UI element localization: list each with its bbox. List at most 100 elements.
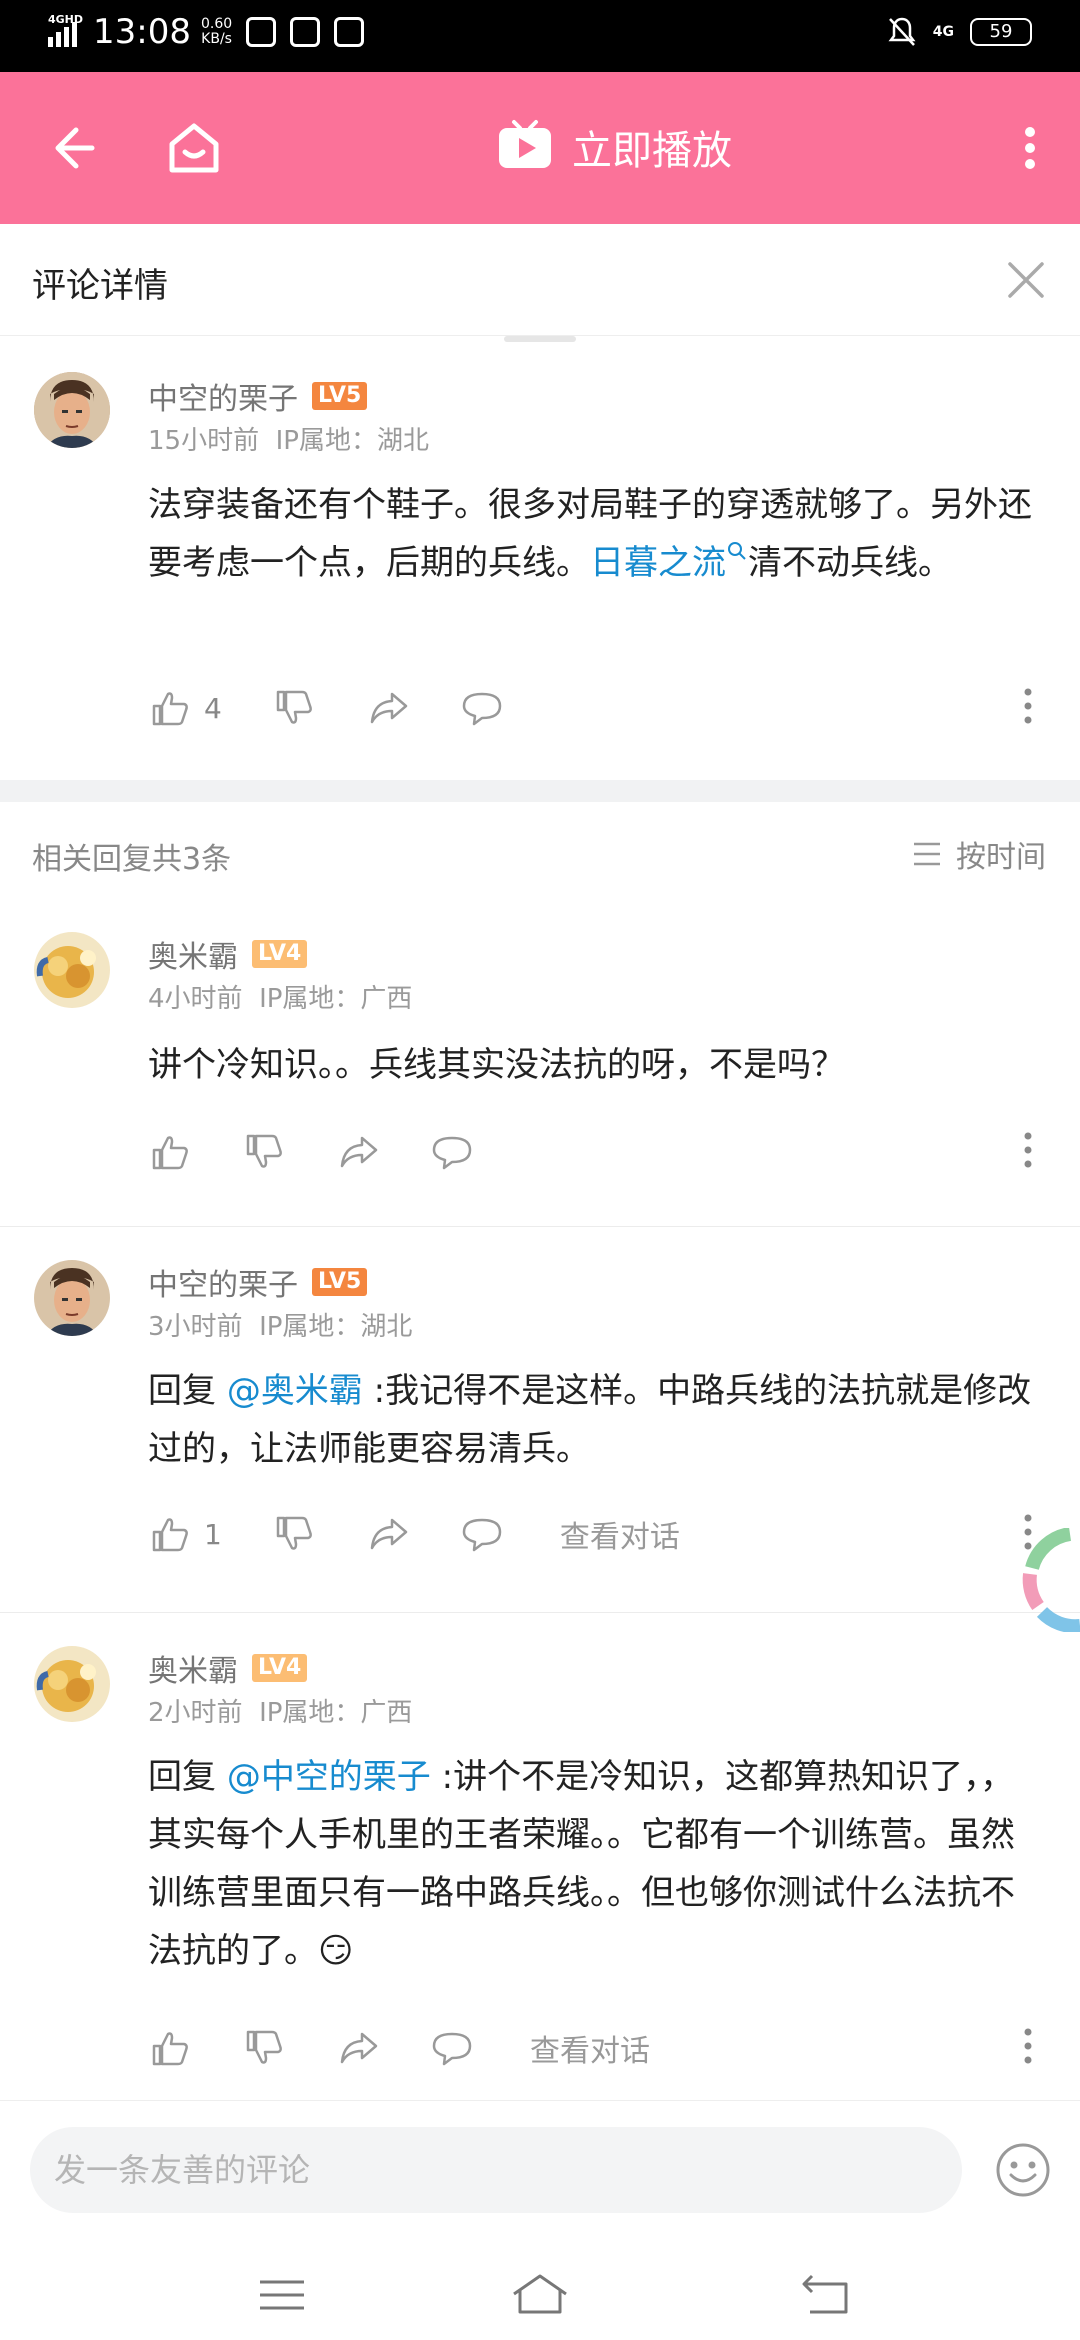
thumbs-up-icon <box>152 692 188 726</box>
emoji-icon[interactable] <box>994 2141 1052 2199</box>
floating-progress-widget[interactable] <box>1018 1528 1080 1632</box>
dislike-button[interactable] <box>242 1130 286 1174</box>
like-button[interactable]: 4 <box>148 686 222 730</box>
comment-actions <box>148 1128 1080 1176</box>
search-link[interactable]: 日暮之流 <box>590 542 748 583</box>
share-button[interactable] <box>336 2026 380 2070</box>
comment-actions: 查看对话 <box>148 2024 1080 2072</box>
thumbs-up-icon <box>152 1518 188 1552</box>
more-vertical-icon[interactable] <box>1022 2024 1034 2068</box>
level-badge: LV4 <box>252 1654 308 1682</box>
section-divider <box>0 780 1080 802</box>
more-vertical-icon[interactable] <box>1010 112 1050 184</box>
more-vertical-icon[interactable] <box>1022 684 1034 728</box>
cartoon-avatar-image <box>34 932 110 1008</box>
username[interactable]: 中空的栗子 LV5 <box>148 374 368 418</box>
cartoon-avatar-image <box>34 1646 110 1722</box>
level-badge: LV4 <box>252 940 308 968</box>
portrait-avatar-image <box>34 372 110 448</box>
network-speed: 0.60 KB/s <box>200 16 233 47</box>
like-button[interactable]: 1 <box>148 1512 222 1556</box>
reply-button[interactable] <box>430 1130 474 1174</box>
avatar[interactable] <box>34 1646 110 1722</box>
app-notification-icon <box>334 17 365 47</box>
comment-detail-header: 评论详情 <box>0 224 1080 336</box>
menu-icon[interactable] <box>252 2270 312 2320</box>
view-conversation-link[interactable]: 查看对话 <box>560 1512 680 1556</box>
speech-bubble-icon <box>432 2032 472 2066</box>
thumbs-down-icon <box>246 1134 282 1168</box>
clock: 13:08 <box>93 12 191 52</box>
level-badge: LV5 <box>312 382 368 410</box>
portrait-avatar-image <box>34 1260 110 1336</box>
thumbs-down-icon <box>246 2030 282 2064</box>
reply-button[interactable] <box>430 2026 474 2070</box>
drag-handle[interactable] <box>504 336 576 342</box>
replies-header: 相关回复共3条 按时间 <box>0 806 1080 896</box>
back-arrow-icon[interactable] <box>36 112 108 184</box>
search-icon <box>728 542 746 560</box>
back-nav-icon[interactable] <box>798 2270 858 2320</box>
comment-meta: 2小时前 IP属地：广西 <box>148 1698 413 1728</box>
system-nav-bar <box>0 2240 1080 2340</box>
share-button[interactable] <box>336 1130 380 1174</box>
username[interactable]: 奥米霸 LV4 <box>148 1646 308 1690</box>
network-type: 4G <box>932 24 954 40</box>
level-badge: LV5 <box>312 1268 368 1296</box>
like-button[interactable] <box>148 2026 192 2070</box>
status-bar: 4GHD 13:08 0.60 KB/s 4G 59 <box>0 0 1080 72</box>
home-nav-icon[interactable] <box>510 2270 570 2320</box>
battery-icon: 59 <box>970 18 1032 46</box>
share-button[interactable] <box>366 686 410 730</box>
replies-count: 相关回复共3条 <box>32 842 232 877</box>
app-notification-icon <box>246 17 277 47</box>
play-now-button[interactable]: 立即播放 <box>496 118 732 176</box>
signal-icon: 4GHD <box>48 13 83 47</box>
avatar[interactable] <box>34 1260 110 1336</box>
comment-meta: 4小时前 IP属地：广西 <box>148 984 413 1014</box>
top-bar: 立即播放 <box>0 72 1080 224</box>
comment-text: 法穿装备还有个鞋子。很多对局鞋子的穿透就够了。另外还要考虑一个点，后期的兵线。日… <box>148 485 1032 583</box>
mute-bell-icon <box>888 17 916 46</box>
play-now-label: 立即播放 <box>572 128 732 174</box>
share-arrow-icon <box>370 692 408 724</box>
speech-bubble-icon <box>462 692 502 726</box>
avatar[interactable] <box>34 932 110 1008</box>
avatar[interactable] <box>34 372 110 448</box>
more-vertical-icon[interactable] <box>1022 1128 1034 1172</box>
mention-link[interactable]: @奥米霸 <box>227 1371 363 1411</box>
dislike-button[interactable] <box>242 2026 286 2070</box>
dislike-button[interactable] <box>272 686 316 730</box>
share-button[interactable] <box>366 1512 410 1556</box>
comment-meta: 3小时前 IP属地：湖北 <box>148 1312 413 1342</box>
sort-by-time-button[interactable]: 按时间 <box>912 832 1046 876</box>
home-icon[interactable] <box>158 112 230 184</box>
reply-button[interactable] <box>460 1512 504 1556</box>
comment-text: 回复 @奥米霸 :我记得不是这样。中路兵线的法抗就是修改过的，让法师能更容易清兵… <box>148 1371 1032 1469</box>
comment-text: 讲个冷知识。。兵线其实没法抗的呀，不是吗？ <box>148 1045 845 1085</box>
comment-input-bar <box>0 2100 1080 2240</box>
thumbs-up-icon <box>152 1136 188 1170</box>
close-icon[interactable] <box>1000 254 1052 306</box>
comment-actions: 4 <box>148 684 1080 732</box>
comment-actions: 1 查看对话 <box>148 1510 1080 1558</box>
sheet-title: 评论详情 <box>32 266 168 306</box>
speech-bubble-icon <box>462 1518 502 1552</box>
share-arrow-icon <box>340 1136 378 1168</box>
reply-button[interactable] <box>460 686 504 730</box>
view-conversation-link[interactable]: 查看对话 <box>530 2026 650 2070</box>
dislike-button[interactable] <box>272 1512 316 1556</box>
username[interactable]: 奥米霸 LV4 <box>148 932 308 976</box>
username[interactable]: 中空的栗子 LV5 <box>148 1260 368 1304</box>
comment-meta: 15小时前 IP属地：湖北 <box>148 426 429 456</box>
thumbs-up-icon <box>152 2032 188 2066</box>
row-divider <box>0 1226 1080 1227</box>
share-arrow-icon <box>340 2032 378 2064</box>
sort-lines-icon <box>914 842 940 866</box>
like-button[interactable] <box>148 1130 192 1174</box>
thumbs-down-icon <box>276 1516 312 1550</box>
speech-bubble-icon <box>432 1136 472 1170</box>
mention-link[interactable]: @中空的栗子 <box>227 1757 431 1797</box>
comment-text: 回复 @中空的栗子 :讲个不是冷知识，这都算热知识了，，其实每个人手机里的王者荣… <box>148 1757 1015 1971</box>
comment-input[interactable] <box>30 2127 962 2213</box>
